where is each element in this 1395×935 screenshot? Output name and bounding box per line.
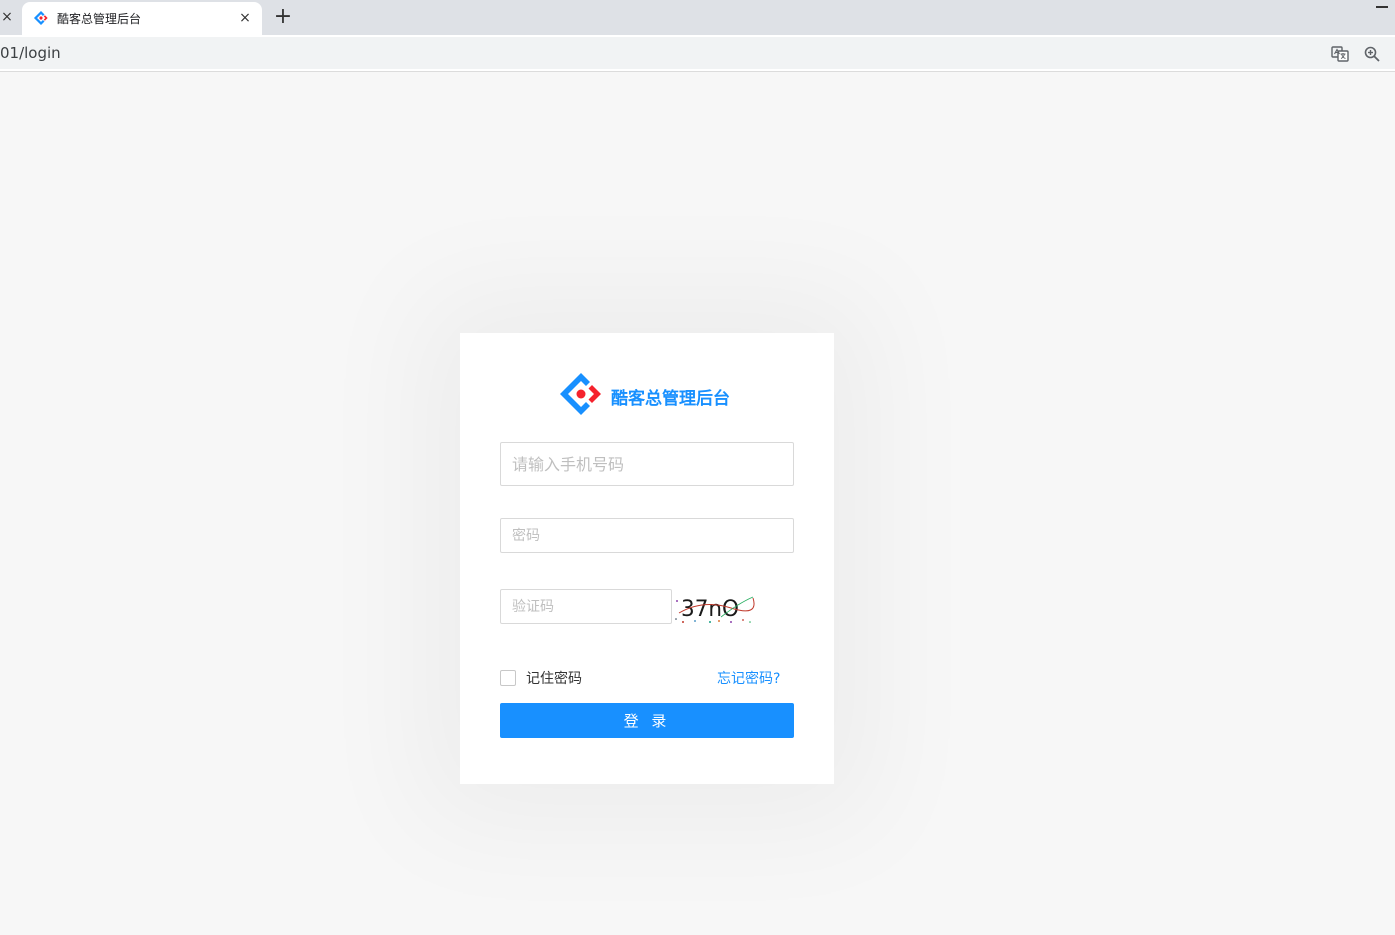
app-logo-favicon-icon xyxy=(33,10,48,26)
app-title: 酷客总管理后台 xyxy=(611,389,730,409)
translate-icon[interactable] xyxy=(1331,45,1349,63)
window-minimize-icon[interactable] xyxy=(1376,6,1388,8)
password-input[interactable] xyxy=(500,518,794,553)
address-bar[interactable]: 01/login xyxy=(0,37,1395,69)
login-card: 酷客总管理后台 37nO 记住密码 忘记密码? 登 录 xyxy=(460,333,834,784)
tab-close-icon[interactable]: × xyxy=(237,8,253,28)
tab-title: 酷客总管理后台 xyxy=(57,12,142,26)
zoom-icon[interactable] xyxy=(1363,45,1381,63)
captcha-image[interactable]: 37nO xyxy=(673,589,755,624)
remember-checkbox[interactable] xyxy=(500,670,516,686)
captcha-text: 37nO xyxy=(681,597,739,622)
browser-toolbar: 01/login xyxy=(0,35,1395,72)
browser-tabstrip: × 酷客总管理后台 × + xyxy=(0,0,1395,35)
new-tab-button[interactable]: + xyxy=(271,5,295,29)
remember-label[interactable]: 记住密码 xyxy=(526,668,582,688)
captcha-input[interactable] xyxy=(500,589,672,624)
phone-input[interactable] xyxy=(500,442,794,486)
login-button[interactable]: 登 录 xyxy=(500,703,794,738)
brand-header: 酷客总管理后台 xyxy=(558,371,758,417)
previous-tab-close-icon[interactable]: × xyxy=(0,8,14,26)
url-text[interactable]: 01/login xyxy=(0,44,61,62)
browser-tab-active[interactable]: 酷客总管理后台 × xyxy=(22,2,262,35)
forgot-password-link[interactable]: 忘记密码? xyxy=(717,668,780,688)
remember-password[interactable]: 记住密码 xyxy=(500,668,620,688)
app-logo-icon xyxy=(560,373,601,415)
